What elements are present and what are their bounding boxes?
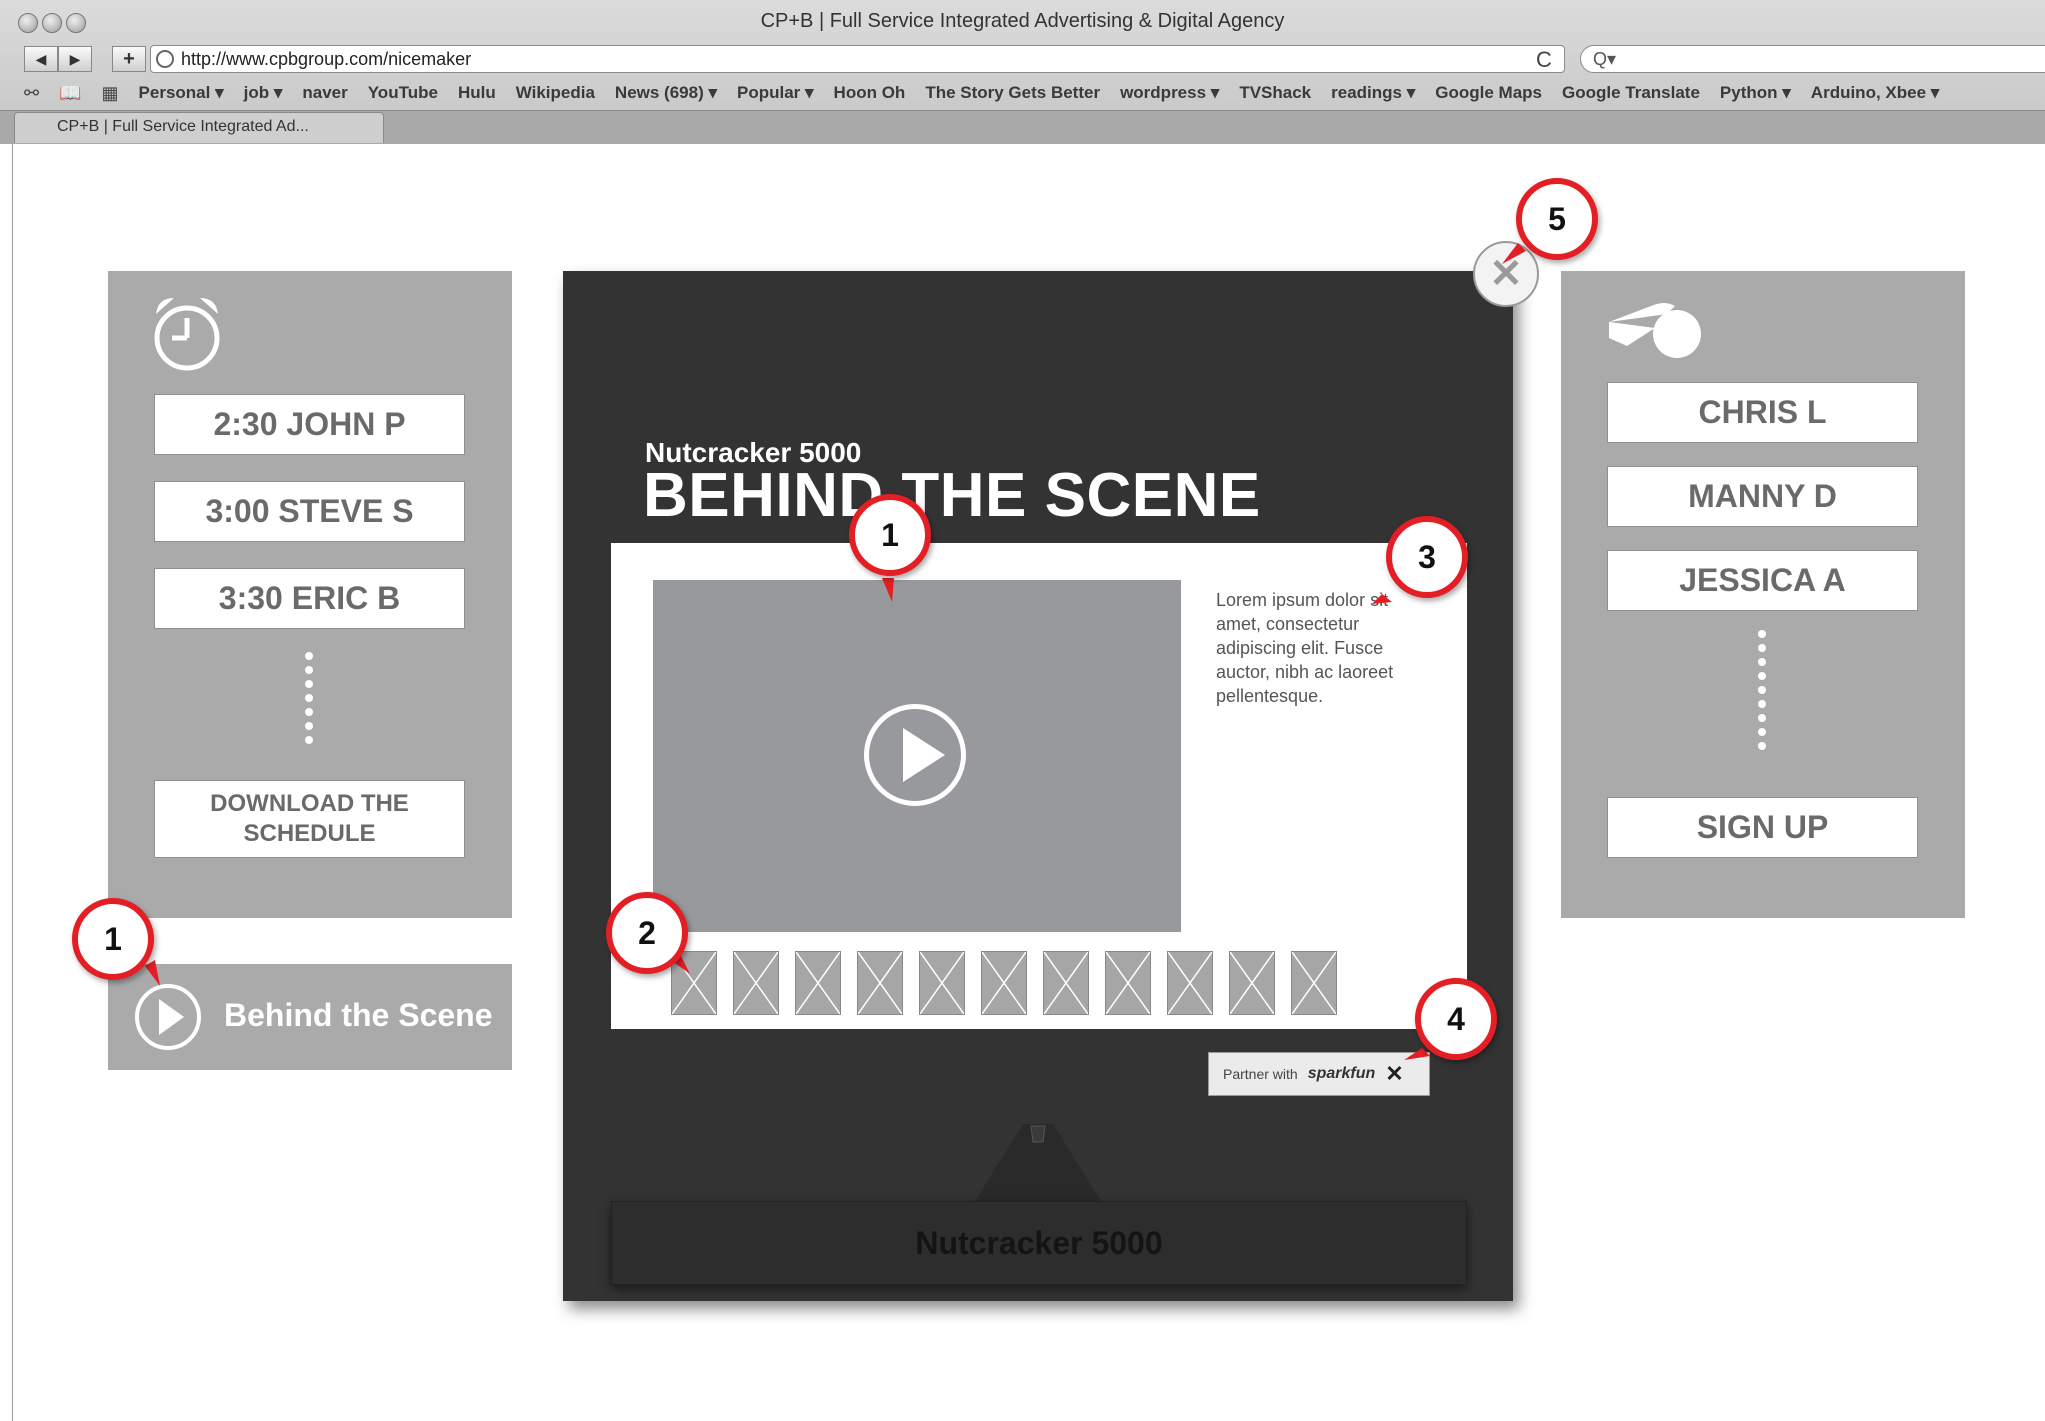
callout-marker: 5 [1516,178,1598,260]
callout-pointers [145,243,1526,1060]
callout-marker: 3 [1386,516,1468,598]
callout-marker: 1 [72,898,154,980]
callout-marker: 2 [606,892,688,974]
callout-marker: 1 [849,494,931,576]
callout-marker: 4 [1415,978,1497,1060]
